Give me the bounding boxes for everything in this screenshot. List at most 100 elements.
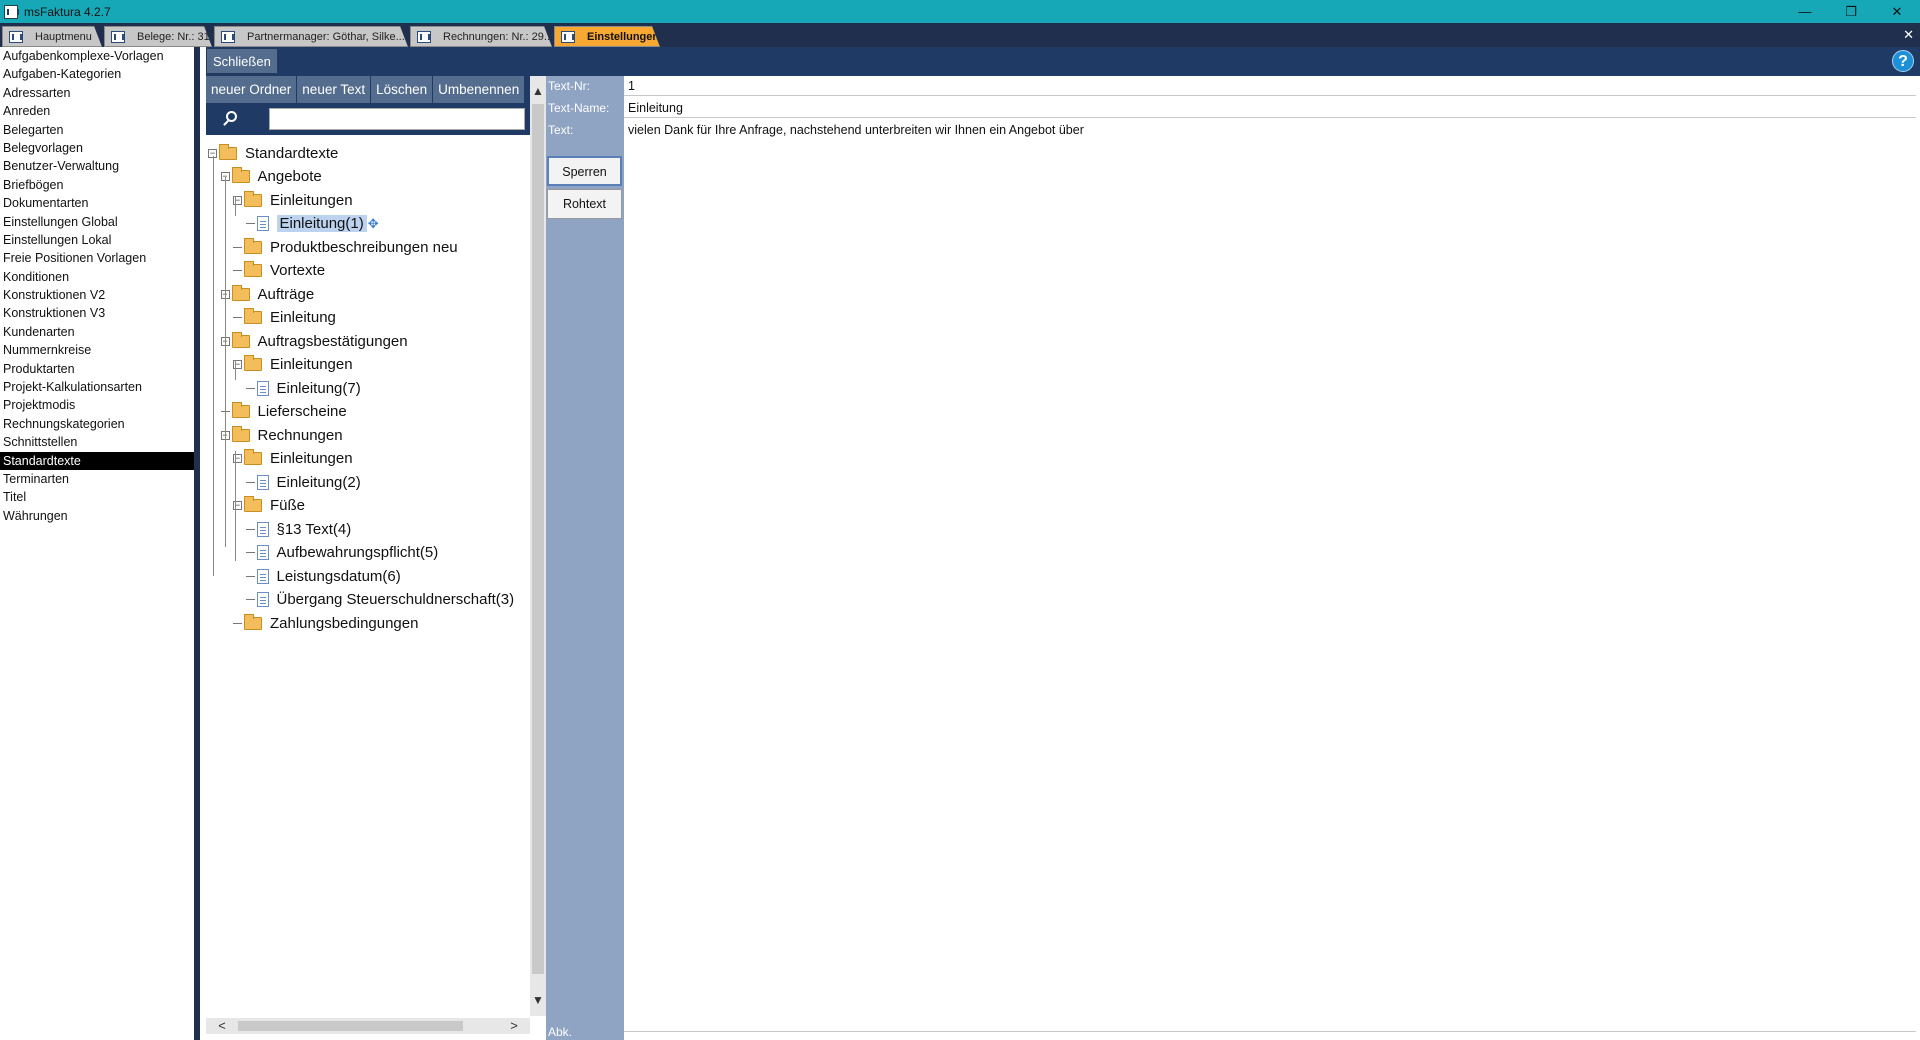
tree-horizontal-scrollbar[interactable]: < > bbox=[206, 1018, 530, 1034]
tree-text-node[interactable]: Leistungsdatum(6) bbox=[245, 565, 401, 587]
sidebar-item[interactable]: Terminarten bbox=[0, 470, 194, 488]
tab-einstellungen[interactable]: Einstellungen bbox=[554, 26, 660, 47]
folder-icon bbox=[231, 331, 250, 348]
sidebar-item[interactable]: Produktarten bbox=[0, 360, 194, 378]
lock-button[interactable]: Sperren bbox=[547, 156, 622, 186]
text-editor[interactable] bbox=[624, 120, 1916, 1032]
tab-label: Belege: Nr.: 31... bbox=[137, 30, 212, 43]
rename-button[interactable]: Umbenennen bbox=[433, 76, 526, 103]
sidebar-item[interactable]: Adressarten bbox=[0, 84, 194, 102]
tree-node-label: Aufbewahrungspflicht(5) bbox=[276, 544, 439, 561]
tree-text-node[interactable]: Übergang Steuerschuldnerschaft(3) bbox=[245, 589, 514, 611]
search-icon[interactable] bbox=[226, 111, 237, 122]
tree-node-label: Rechnungen bbox=[257, 426, 343, 444]
sidebar-item[interactable]: Rechnungskategorien bbox=[0, 415, 194, 433]
sidebar-item[interactable]: Einstellungen Global bbox=[0, 213, 194, 231]
sidebar-item[interactable]: Benutzer-Verwaltung bbox=[0, 157, 194, 175]
content-toolbar: Schließen ? bbox=[206, 47, 1920, 76]
close-tab-icon[interactable]: ✕ bbox=[1903, 27, 1914, 43]
tree-node-label: Zahlungsbedingungen bbox=[270, 614, 419, 632]
tree-folder-node[interactable]: −Rechnungen bbox=[220, 424, 343, 446]
tree-folder-node[interactable]: Zahlungsbedingungen bbox=[233, 612, 418, 634]
sidebar-item[interactable]: Schnittstellen bbox=[0, 433, 194, 451]
restore-icon[interactable]: ❐ bbox=[1828, 0, 1874, 23]
text-name-field[interactable] bbox=[624, 98, 1916, 118]
tree-text-node[interactable]: §13 Text(4) bbox=[245, 518, 351, 540]
tree-text-node[interactable]: Einleitung(7) bbox=[245, 377, 361, 399]
tree-folder-node[interactable]: Produktbeschreibungen neu bbox=[233, 236, 458, 258]
tree-folder-node[interactable]: −Aufträge bbox=[220, 283, 314, 305]
tree-folder-node[interactable]: Vortexte bbox=[233, 260, 325, 282]
tree-folder-node[interactable]: − Einleitungen bbox=[233, 354, 353, 376]
sidebar-item[interactable]: Konditionen bbox=[0, 268, 194, 286]
tab-belege[interactable]: Belege: Nr.: 31... bbox=[104, 26, 212, 47]
tree-connector bbox=[245, 223, 255, 224]
scroll-thumb[interactable] bbox=[238, 1021, 463, 1031]
folder-icon bbox=[244, 237, 262, 254]
abk-label: Abk. bbox=[548, 1025, 573, 1039]
sidebar-item[interactable]: Währungen bbox=[0, 507, 194, 525]
tree-folder-node[interactable]: − Angebote bbox=[220, 166, 322, 188]
sidebar-item[interactable]: Konstruktionen V3 bbox=[0, 304, 194, 322]
tree-node-label: Einleitungen bbox=[270, 191, 353, 209]
tree-folder-node[interactable]: − Einleitungen bbox=[233, 448, 353, 470]
sidebar-item[interactable]: Aufgaben-Kategorien bbox=[0, 65, 194, 83]
sidebar-item[interactable]: Briefbögen bbox=[0, 176, 194, 194]
sidebar-item[interactable]: Dokumentarten bbox=[0, 194, 194, 212]
tree-folder-node[interactable]: −Auftragsbestätigungen bbox=[220, 330, 408, 352]
tree-text-node[interactable]: Aufbewahrungspflicht(5) bbox=[245, 542, 439, 564]
chevron-up-icon[interactable]: ▲ bbox=[530, 84, 546, 100]
tree-vertical-scrollbar[interactable]: ▲ ▼ bbox=[530, 76, 546, 1016]
sidebar-item[interactable]: Projekt-Kalkulationsarten bbox=[0, 378, 194, 396]
label-column bbox=[546, 76, 624, 1040]
tab-hauptmenu[interactable]: Hauptmenu bbox=[2, 26, 102, 47]
tree-node-label: Lieferscheine bbox=[257, 403, 347, 420]
document-icon bbox=[256, 216, 269, 231]
sidebar-item[interactable]: Aufgabenkomplexe-Vorlagen bbox=[0, 47, 194, 65]
sidebar-item[interactable]: Nummernkreise bbox=[0, 341, 194, 359]
sidebar-item[interactable]: Einstellungen Lokal bbox=[0, 231, 194, 249]
minimize-icon[interactable]: — bbox=[1782, 0, 1828, 23]
raw-text-button[interactable]: Rohtext bbox=[547, 189, 622, 219]
chevron-down-icon[interactable]: ▼ bbox=[530, 993, 546, 1009]
help-icon[interactable]: ? bbox=[1892, 50, 1914, 72]
sidebar-item[interactable]: Konstruktionen V2 bbox=[0, 286, 194, 304]
sidebar-item[interactable]: Titel bbox=[0, 488, 194, 506]
tree-folder-node[interactable]: − Einleitungen bbox=[233, 189, 353, 211]
tree-folder-node[interactable]: − Füße bbox=[233, 495, 305, 517]
tree-node-label: Füße bbox=[270, 497, 306, 514]
search-input[interactable] bbox=[269, 108, 525, 130]
delete-button[interactable]: Löschen bbox=[371, 76, 434, 103]
tab-rechnungen[interactable]: Rechnungen: Nr.: 29... bbox=[410, 26, 552, 47]
tree-folder-node[interactable]: Lieferscheine bbox=[220, 401, 347, 423]
sidebar-item[interactable]: Anreden bbox=[0, 102, 194, 120]
chevron-right-icon[interactable]: > bbox=[506, 1018, 522, 1034]
tree-folder-node[interactable]: − Standardtexte bbox=[208, 142, 338, 164]
text-nr-field[interactable] bbox=[624, 76, 1916, 96]
chevron-left-icon[interactable]: < bbox=[214, 1018, 230, 1034]
tree-node-label: Vortexte bbox=[270, 262, 326, 279]
folder-icon bbox=[219, 143, 237, 160]
sidebar-item[interactable]: Freie Positionen Vorlagen bbox=[0, 249, 194, 267]
tree-text-node[interactable]: Einleitung(1) ✥ bbox=[245, 213, 379, 235]
new-folder-button[interactable]: neuer Ordner bbox=[206, 76, 298, 103]
tab-partnermanager[interactable]: Partnermanager: Göthar, Silke... bbox=[214, 26, 408, 47]
document-icon bbox=[256, 592, 269, 607]
sidebar-item[interactable]: Belegarten bbox=[0, 121, 194, 139]
tree-text-node[interactable]: Einleitung(2) bbox=[245, 471, 361, 493]
tree-button-bar: neuer Ordner neuer Text Löschen Umbenenn… bbox=[206, 76, 530, 103]
sidebar-item[interactable]: Kundenarten bbox=[0, 323, 194, 341]
close-icon[interactable]: ✕ bbox=[1874, 0, 1920, 23]
tree-node-label: Auftragsbestätigungen bbox=[257, 332, 408, 350]
tree-connector bbox=[245, 387, 255, 389]
folder-icon bbox=[231, 425, 250, 442]
sidebar-item[interactable]: Projektmodis bbox=[0, 396, 194, 414]
sidebar-item[interactable]: Standardtexte bbox=[0, 451, 194, 470]
tree-folder-node[interactable]: Einleitung bbox=[233, 307, 336, 329]
app-tab-icon bbox=[111, 31, 125, 43]
scroll-thumb[interactable] bbox=[532, 104, 544, 974]
sidebar-item[interactable]: Belegvorlagen bbox=[0, 139, 194, 157]
tree-node-label: Einleitung(7) bbox=[276, 379, 361, 397]
new-text-button[interactable]: neuer Text bbox=[297, 76, 372, 103]
close-button[interactable]: Schließen bbox=[206, 48, 278, 74]
